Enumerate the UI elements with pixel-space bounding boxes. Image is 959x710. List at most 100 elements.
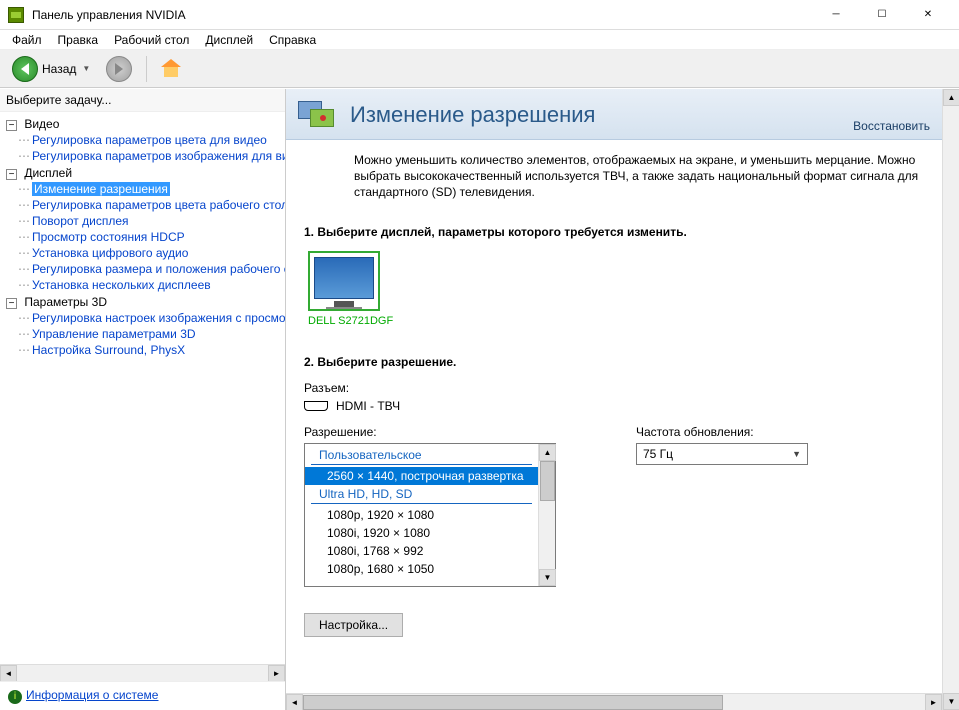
- tree-group-display[interactable]: − Дисплей: [0, 165, 285, 181]
- back-button[interactable]: Назад ▼: [6, 54, 96, 84]
- window-controls: ─ ☐ ✕: [813, 0, 951, 30]
- toolbar-separator: [146, 56, 147, 82]
- tree-item[interactable]: ⋯Регулировка параметров изображения для …: [18, 148, 285, 164]
- tree-group-label: Видео: [24, 117, 59, 131]
- settings-button[interactable]: Настройка...: [304, 613, 403, 637]
- restore-link[interactable]: Восстановить: [853, 119, 930, 133]
- collapse-icon[interactable]: −: [6, 298, 17, 309]
- content-header: Изменение разрешения Восстановить: [286, 89, 942, 140]
- home-button[interactable]: [155, 57, 187, 81]
- dropdown-icon: ▼: [792, 449, 801, 459]
- main-split: Выберите задачу... − Видео ⋯Регулировка …: [0, 88, 959, 710]
- tree-item[interactable]: ⋯Управление параметрами 3D: [18, 326, 285, 342]
- forward-button[interactable]: [100, 54, 138, 84]
- resolution-category-custom: Пользовательское: [311, 446, 532, 465]
- tree-group-3d[interactable]: − Параметры 3D: [0, 294, 285, 310]
- resolution-category-hd: Ultra HD, HD, SD: [311, 485, 532, 504]
- content-wrap: Изменение разрешения Восстановить Можно …: [286, 89, 959, 710]
- connector-row: HDMI - ТВЧ: [304, 399, 924, 413]
- home-icon: [161, 59, 181, 79]
- tree-item[interactable]: ⋯Регулировка настроек изображения с прос…: [18, 310, 285, 326]
- tree-group-label: Параметры 3D: [24, 295, 107, 309]
- connector-value: HDMI - ТВЧ: [336, 399, 400, 413]
- back-label: Назад: [42, 62, 76, 76]
- display-thumbnail[interactable]: DELL S2721DGF: [308, 251, 393, 327]
- tree-item[interactable]: ⋯Настройка Surround, PhysX: [18, 342, 285, 358]
- listbox-scrollbar[interactable]: ▲ ▼: [538, 444, 555, 586]
- scroll-down-icon[interactable]: ▼: [943, 693, 959, 710]
- menu-help[interactable]: Справка: [261, 31, 324, 49]
- sidebar-header: Выберите задачу...: [0, 89, 285, 112]
- monitor-icon: [308, 251, 380, 311]
- section-select-resolution: 2. Выберите разрешение. Разъем: HDMI - Т…: [304, 355, 924, 637]
- sidebar-h-scrollbar[interactable]: ◄ ►: [0, 664, 285, 681]
- menu-display[interactable]: Дисплей: [197, 31, 261, 49]
- section-select-display: 1. Выберите дисплей, параметры которого …: [304, 225, 924, 327]
- refresh-select[interactable]: 75 Гц ▼: [636, 443, 808, 465]
- scroll-up-icon[interactable]: ▲: [943, 89, 959, 106]
- collapse-icon[interactable]: −: [6, 120, 17, 131]
- tree-item[interactable]: ⋯Установка нескольких дисплеев: [18, 277, 285, 293]
- resolution-listbox[interactable]: Пользовательское 2560 × 1440, построчная…: [304, 443, 556, 587]
- step1-title: 1. Выберите дисплей, параметры которого …: [304, 225, 924, 239]
- scroll-track[interactable]: [943, 106, 959, 693]
- tree-group-label: Дисплей: [24, 166, 72, 180]
- sidebar: Выберите задачу... − Видео ⋯Регулировка …: [0, 89, 286, 710]
- scroll-up-icon[interactable]: ▲: [539, 444, 556, 461]
- menu-edit[interactable]: Правка: [50, 31, 107, 49]
- task-tree: − Видео ⋯Регулировка параметров цвета дл…: [0, 112, 285, 664]
- menu-desktop[interactable]: Рабочий стол: [106, 31, 197, 49]
- scroll-left-icon[interactable]: ◄: [286, 694, 303, 710]
- forward-arrow-icon: [106, 56, 132, 82]
- scroll-track[interactable]: [17, 665, 268, 682]
- tree-item[interactable]: ⋯Поворот дисплея: [18, 213, 285, 229]
- tree-item-change-resolution[interactable]: ⋯Изменение разрешения: [18, 181, 285, 197]
- content-v-scrollbar[interactable]: ▲ ▼: [942, 89, 959, 710]
- sidebar-footer: i Информация о системе: [0, 681, 285, 710]
- scroll-left-icon[interactable]: ◄: [0, 665, 17, 682]
- menubar: Файл Правка Рабочий стол Дисплей Справка: [0, 30, 959, 50]
- tree-item[interactable]: ⋯Установка цифрового аудио: [18, 245, 285, 261]
- scroll-down-icon[interactable]: ▼: [539, 569, 556, 586]
- back-dropdown-icon: ▼: [82, 64, 90, 73]
- info-icon: i: [8, 690, 22, 704]
- resolution-option[interactable]: 2560 × 1440, построчная развертка: [305, 467, 538, 485]
- refresh-value: 75 Гц: [643, 447, 673, 461]
- step2-title: 2. Выберите разрешение.: [304, 355, 924, 369]
- app-icon: [8, 7, 24, 23]
- resolution-option[interactable]: 1080i, 1920 × 1080: [305, 524, 538, 542]
- content-h-scrollbar[interactable]: ◄ ►: [286, 693, 942, 710]
- tree-item[interactable]: ⋯Просмотр состояния HDCP: [18, 229, 285, 245]
- refresh-label: Частота обновления:: [636, 425, 808, 439]
- minimize-button[interactable]: ─: [813, 0, 859, 30]
- back-arrow-icon: [12, 56, 38, 82]
- page-description: Можно уменьшить количество элементов, от…: [304, 152, 924, 201]
- titlebar: Панель управления NVIDIA ─ ☐ ✕: [0, 0, 959, 30]
- display-name: DELL S2721DGF: [308, 315, 393, 327]
- close-button[interactable]: ✕: [905, 0, 951, 30]
- window-title: Панель управления NVIDIA: [32, 8, 813, 22]
- system-info-link[interactable]: Информация о системе: [26, 688, 158, 702]
- toolbar: Назад ▼: [0, 50, 959, 88]
- maximize-button[interactable]: ☐: [859, 0, 905, 30]
- resolution-label: Разрешение:: [304, 425, 556, 439]
- header-monitors-icon: [298, 97, 340, 133]
- collapse-icon[interactable]: −: [6, 169, 17, 180]
- resolution-option[interactable]: 1080p, 1680 × 1050: [305, 560, 538, 578]
- scroll-right-icon[interactable]: ►: [268, 665, 285, 682]
- tree-item[interactable]: ⋯Регулировка размера и положения рабочег…: [18, 261, 285, 277]
- tree-item[interactable]: ⋯Регулировка параметров цвета рабочего с…: [18, 197, 285, 213]
- scroll-thumb[interactable]: [303, 695, 723, 710]
- page-title: Изменение разрешения: [350, 102, 595, 128]
- hdmi-icon: [304, 401, 328, 411]
- connector-label: Разъем:: [304, 381, 924, 395]
- resolution-option[interactable]: 1080i, 1768 × 992: [305, 542, 538, 560]
- content: Изменение разрешения Восстановить Можно …: [286, 89, 942, 710]
- scroll-right-icon[interactable]: ►: [925, 694, 942, 710]
- tree-group-video[interactable]: − Видео: [0, 116, 285, 132]
- scroll-thumb[interactable]: [540, 461, 555, 501]
- menu-file[interactable]: Файл: [4, 31, 50, 49]
- tree-item[interactable]: ⋯Регулировка параметров цвета для видео: [18, 132, 285, 148]
- resolution-option[interactable]: 1080p, 1920 × 1080: [305, 506, 538, 524]
- content-body: Можно уменьшить количество элементов, от…: [286, 140, 942, 693]
